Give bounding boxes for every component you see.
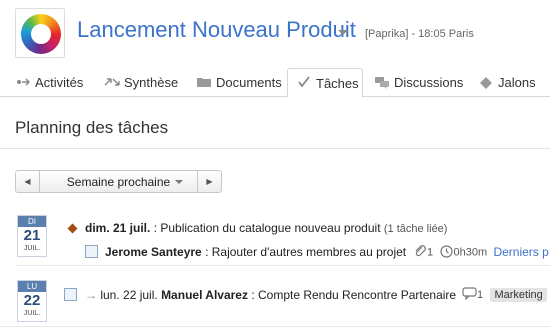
latest-link[interactable]: Derniers p (493, 245, 548, 259)
row-divider (15, 265, 550, 266)
tab-bar: Activités Synthèse Documents Tâches Disc… (0, 68, 550, 98)
chevron-down-icon (175, 180, 183, 184)
task-checkbox[interactable] (64, 288, 77, 301)
linked-tasks-link[interactable]: (1 tâche liée) (384, 223, 448, 235)
project-logo (15, 8, 65, 58)
task-title: : Rajouter d'autres membres au projet (201, 245, 407, 259)
task-meta: 1 0h30m Derniers p (413, 244, 549, 261)
task-tag[interactable]: Marketing (490, 288, 547, 303)
calendar-date-badge: LU 22 JUIL. (17, 280, 47, 322)
checkmark-icon (296, 76, 312, 90)
task-row[interactable]: → lun. 22 juil. Manuel Alvarez : Compte … (85, 288, 456, 302)
task-meta: 1 Marketing (462, 287, 547, 303)
tab-label: Jalons (498, 75, 536, 90)
calendar-month: JUIL. (23, 245, 41, 252)
calendar-month: JUIL. (23, 310, 41, 317)
tab-documents[interactable]: Documents (196, 68, 282, 97)
milestone-row[interactable]: dim. 21 juil. : Publication du catalogue… (85, 221, 447, 235)
tab-discussions[interactable]: Discussions (374, 68, 463, 97)
tab-label: Synthèse (124, 75, 179, 90)
next-week-button[interactable]: ▶ (197, 171, 221, 192)
task-title: : Compte Rendu Rencontre Partenaire (247, 288, 457, 302)
clock-icon (440, 244, 454, 261)
summary-arrows-icon (104, 76, 120, 90)
calendar-day: 21 (23, 227, 41, 244)
milestone-date: dim. 21 juil. (85, 221, 151, 235)
calendar-weekday: DI (18, 216, 46, 227)
folder-icon (196, 76, 212, 90)
tab-label: Activités (35, 75, 84, 90)
tab-jalons[interactable]: Jalons (478, 68, 536, 97)
tab-label: Documents (216, 75, 282, 90)
row-divider (0, 326, 550, 327)
activity-icon (15, 76, 31, 90)
previous-week-button[interactable]: ◀ (16, 171, 40, 192)
project-title[interactable]: Lancement Nouveau Produit (77, 17, 356, 43)
task-row[interactable]: Jerome Santeyre : Rajouter d'autres memb… (105, 245, 406, 259)
speech-bubbles-icon (374, 76, 390, 90)
calendar-weekday: LU (18, 281, 46, 292)
calendar-date-badge: DI 21 JUIL. (17, 215, 47, 257)
tab-taches[interactable]: Tâches (287, 68, 363, 98)
project-meta: [Paprika] - 18:05 Paris (365, 28, 474, 40)
period-select[interactable]: Semaine prochaine (40, 171, 197, 192)
calendar-day: 22 (23, 292, 41, 309)
comment-icon[interactable] (462, 287, 477, 303)
chevron-down-icon[interactable] (338, 30, 348, 35)
tab-label: Discussions (394, 75, 464, 90)
task-assignee: Manuel Alvarez (161, 288, 248, 302)
diamond-icon (478, 76, 494, 90)
milestone-title: : Publication du catalogue nouveau produ… (150, 221, 384, 235)
tab-activites[interactable]: Activités (15, 68, 83, 97)
tab-label: Tâches (316, 75, 359, 91)
task-assignee: Jerome Santeyre (105, 245, 202, 259)
comment-count: 1 (477, 289, 484, 302)
attachment-count: 1 (427, 246, 434, 259)
milestone-diamond-icon (67, 223, 78, 234)
page-title: Planning des tâches (15, 118, 169, 137)
task-checkbox[interactable] (85, 245, 98, 258)
tab-synthese[interactable]: Synthèse (104, 68, 178, 97)
week-navigator: ◀ Semaine prochaine ▶ (15, 170, 222, 193)
arrow-right-icon: → (85, 288, 97, 302)
period-select-label: Semaine prochaine (66, 174, 171, 189)
paperclip-icon[interactable] (413, 244, 427, 261)
task-duration: 0h30m (453, 246, 488, 259)
divider (0, 148, 550, 149)
task-date: lun. 22 juil. (100, 288, 158, 302)
